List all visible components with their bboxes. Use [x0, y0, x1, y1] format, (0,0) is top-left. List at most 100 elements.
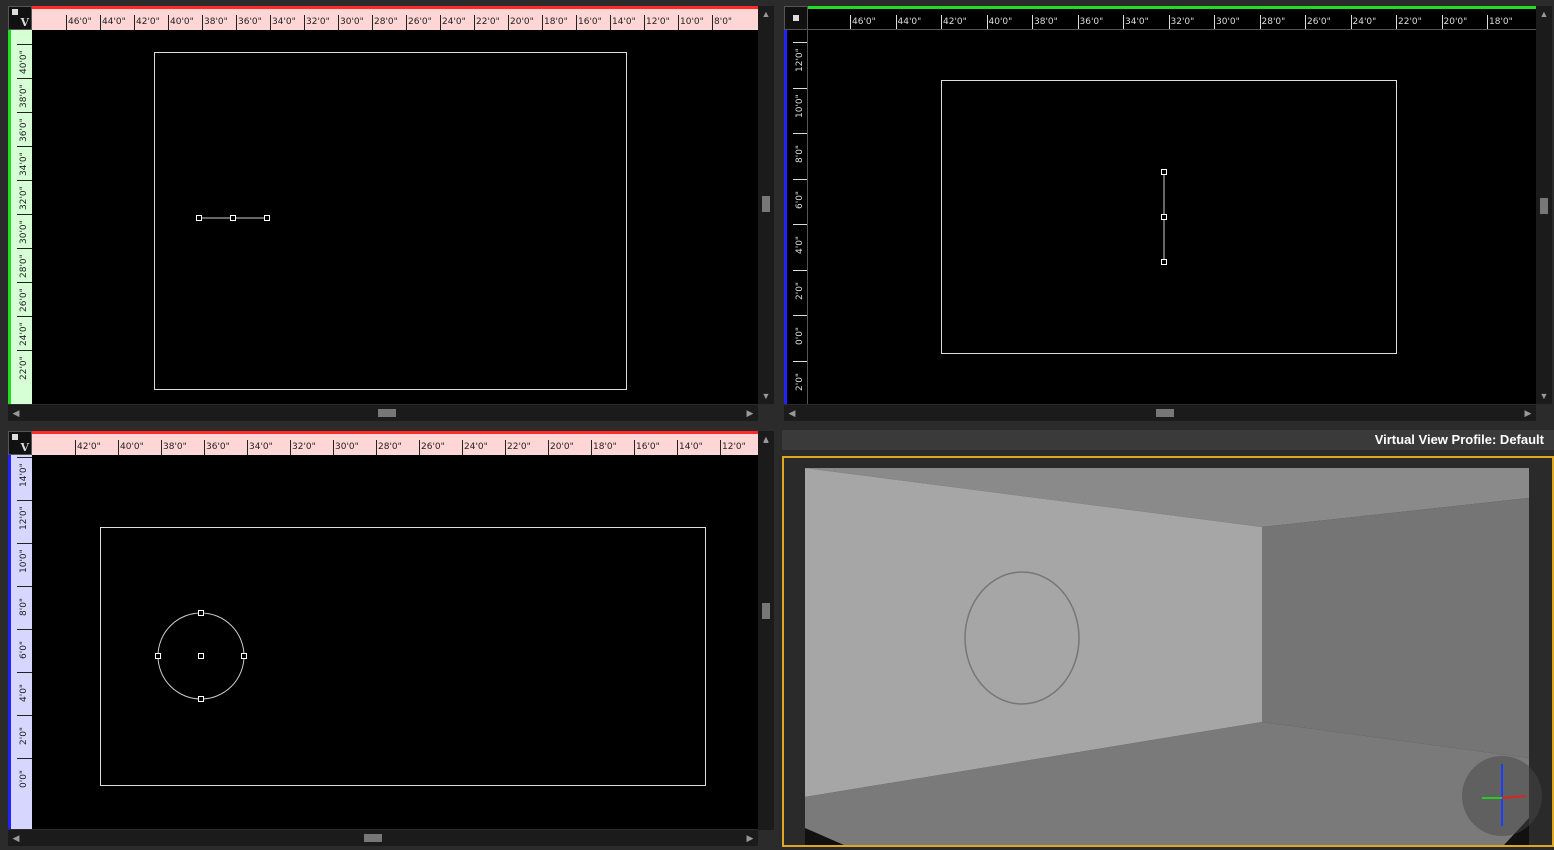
drawing-canvas-side[interactable] [32, 455, 758, 829]
scroll-thumb[interactable] [1156, 409, 1174, 417]
ruler-label: 34'0" [19, 152, 29, 176]
ruler-label: 8'0" [714, 17, 733, 27]
view-cube-icon [12, 434, 18, 440]
scroll-down-icon[interactable]: ▼ [758, 388, 774, 404]
ruler-label: 28'0" [19, 254, 29, 278]
ruler-tick [850, 15, 851, 29]
ruler-label: 42'0" [136, 17, 160, 27]
grip-handle [155, 653, 161, 659]
view-corner-button[interactable]: V [8, 431, 32, 455]
ruler-label: 2'0" [795, 281, 805, 300]
ruler-label: 2'0" [19, 726, 29, 745]
scroll-left-icon[interactable]: ◀ [8, 405, 24, 421]
scroll-thumb[interactable] [364, 834, 382, 842]
ruler-label: 20'0" [510, 17, 534, 27]
scroll-thumb[interactable] [762, 196, 770, 212]
axis-gizmo[interactable] [1462, 756, 1542, 836]
virtual-view-canvas[interactable] [782, 456, 1554, 847]
scroll-right-icon[interactable]: ▶ [742, 405, 758, 421]
ruler-label: 28'0" [1261, 17, 1286, 27]
horizontal-ruler[interactable]: 46'0" 44'0" 42'0" 40'0" 38'0" 36'0" 34'0" 32'0"… [32, 6, 758, 30]
ruler-label: 34'0" [249, 442, 273, 452]
ruler-label: 6'0" [19, 640, 29, 659]
horizontal-scrollbar[interactable]: ◀ ▶ [784, 405, 1536, 421]
ruler-label: 16'0" [636, 442, 660, 452]
ruler-tick [247, 440, 248, 455]
ruler-label: 44'0" [102, 17, 126, 27]
ruler-label: 30'0" [19, 220, 29, 244]
horizontal-ruler[interactable]: 42'0" 40'0" 38'0" 36'0" 34'0" 32'0" 30'0" 28'0"… [32, 431, 758, 455]
ruler-label: 22'0" [1398, 17, 1422, 27]
scroll-right-icon[interactable]: ▶ [1520, 405, 1536, 421]
scroll-up-icon[interactable]: ▲ [758, 6, 774, 22]
ruler-label: 10'0" [19, 549, 29, 573]
ruler-label: 40'0" [19, 50, 29, 74]
ruler-tick [1077, 15, 1079, 29]
ruler-label: 20'0" [1443, 17, 1468, 27]
ruler-label: 14'0" [19, 463, 29, 487]
ruler-tick [161, 440, 162, 455]
ruler-label: 22'0" [476, 17, 500, 27]
ruler-tick [17, 282, 32, 283]
ruler-label: 22'0" [507, 442, 531, 452]
drawing-canvas-top[interactable] [32, 30, 758, 404]
ruler-label: 38'0" [19, 84, 29, 108]
3d-render [784, 458, 1552, 845]
ruler-label: 32'0" [1170, 17, 1195, 27]
drawing-canvas-front[interactable] [808, 30, 1536, 404]
view-corner-button[interactable] [784, 6, 808, 30]
ruler-tick [134, 15, 135, 30]
ruler-label: 8'0" [19, 597, 29, 616]
scroll-thumb[interactable] [762, 603, 770, 619]
ruler-label: 22'0" [19, 356, 29, 380]
ruler-label: 12'0" [19, 506, 29, 530]
grip-handle [1161, 214, 1167, 220]
ruler-tick [304, 15, 305, 30]
ruler-tick [376, 440, 377, 455]
horizontal-scrollbar[interactable]: ◀ ▶ [8, 830, 758, 846]
scroll-right-icon[interactable]: ▶ [742, 830, 758, 846]
vertical-ruler[interactable]: 14'0" 12'0" 10'0" 8'0" 6'0" 4'0" 2'0" 0'0" [8, 455, 32, 829]
ruler-tick [17, 248, 32, 249]
view-corner-button[interactable]: V [8, 6, 32, 30]
ruler-label: 6'0" [795, 190, 805, 209]
scroll-left-icon[interactable]: ◀ [8, 830, 24, 846]
ruler-tick [941, 15, 942, 29]
ruler-label: 14'0" [679, 442, 703, 452]
ruler-tick [17, 146, 32, 147]
ruler-label: 38'0" [1034, 17, 1058, 27]
ruler-tick [1168, 15, 1170, 29]
scroll-up-icon[interactable]: ▲ [1536, 6, 1552, 22]
vertical-scrollbar[interactable]: ▲ ▲ [758, 431, 774, 830]
ruler-tick [1214, 15, 1215, 29]
horizontal-ruler[interactable]: 46'0" 44'0" 42'0" 40'0" 38'0" 36'0" 34'0" 32'0"… [808, 6, 1536, 30]
grip-handle [1161, 169, 1167, 175]
ruler-label: 46'0" [68, 17, 92, 27]
ruler-label: 46'0" [852, 17, 876, 27]
ruler-tick [895, 15, 897, 29]
scroll-thumb[interactable] [1540, 198, 1548, 214]
vertical-ruler[interactable]: 12'0" 10'0" 8'0" 6'0" 4'0" 2'0" 0'0" 2'0" [784, 30, 808, 404]
ruler-tick [17, 543, 32, 544]
ruler-tick [462, 440, 463, 455]
ruler-tick [1305, 15, 1306, 29]
scroll-down-icon[interactable]: ▲ [758, 432, 774, 448]
ruler-tick [100, 15, 101, 30]
vertical-ruler[interactable]: 40'0" 38'0" 36'0" 34'0" 32'0" 30'0" 28'0" 26'0"… [8, 30, 32, 404]
horizontal-scrollbar[interactable]: ◀ ▶ [8, 405, 758, 421]
ruler-tick [17, 180, 32, 181]
ruler-label: 42'0" [77, 442, 101, 452]
scroll-down-icon[interactable]: ▼ [1536, 388, 1552, 404]
ruler-label: 4'0" [795, 235, 805, 254]
ruler-label: 40'0" [988, 17, 1013, 27]
scroll-left-icon[interactable]: ◀ [784, 405, 800, 421]
vertical-scrollbar[interactable]: ▲ ▼ [1536, 6, 1552, 404]
scroll-thumb[interactable] [378, 409, 396, 417]
ruler-tick [712, 15, 713, 30]
vertical-scrollbar[interactable]: ▲ ▼ [758, 6, 774, 404]
ruler-label: 26'0" [408, 17, 432, 27]
grip-handle [264, 215, 270, 221]
ruler-tick [406, 15, 407, 30]
ruler-label: 18'0" [1489, 17, 1513, 27]
grip-handle [241, 653, 247, 659]
